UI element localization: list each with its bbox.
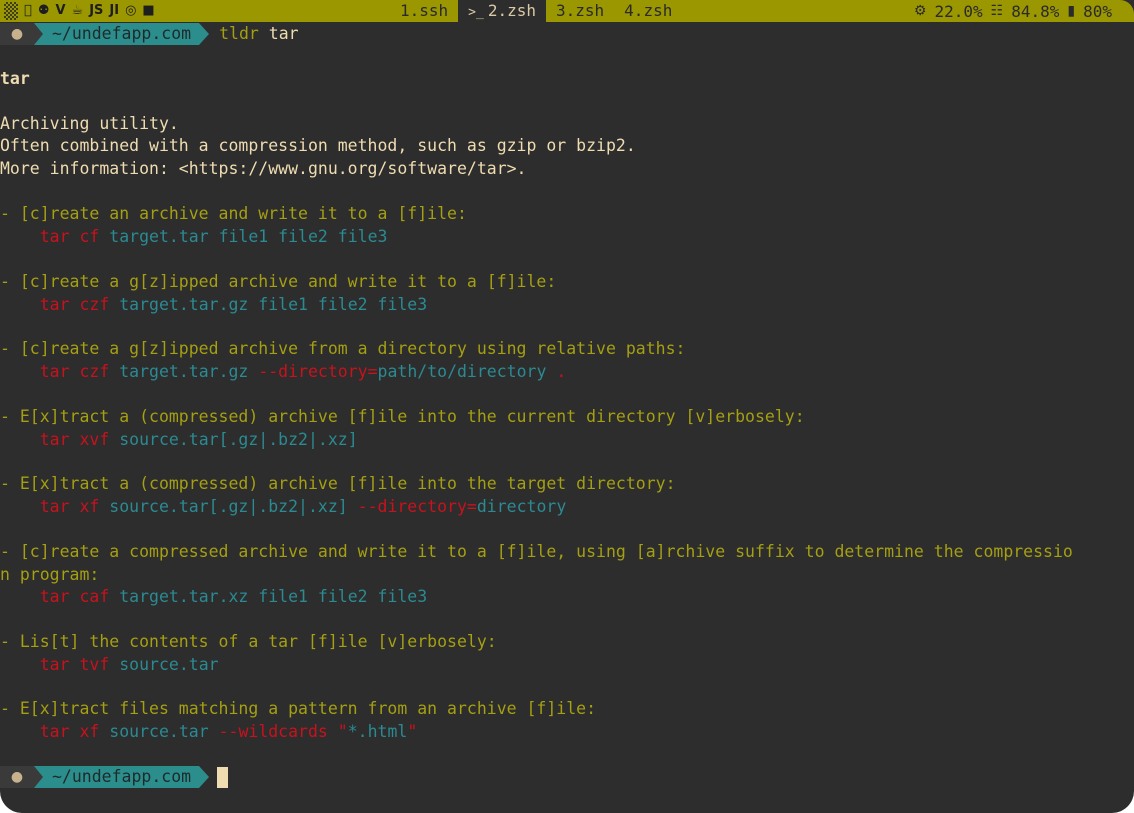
tab-label: 4.zsh [624,1,673,20]
example-description: - [c]reate a g[z]ipped archive from a di… [0,339,686,358]
command-token: tar czf [39,361,110,381]
command-token: --directory= [258,361,378,381]
argument-token: *.html [347,721,408,741]
argument-token: target.tar.gz file1 file2 file3 [109,294,428,314]
java-icon[interactable]: ☕ [72,0,84,22]
example-description: - E[x]tract files matching a pattern fro… [0,699,597,718]
js-icon[interactable]: JS [89,0,103,22]
command-token: --directory= [357,496,477,516]
tab-3-zsh[interactable]: 3.zsh [546,0,614,22]
tab-label: 3.zsh [556,1,605,20]
cpu-usage: 22.0% [934,1,983,21]
command-token: tar tvf [39,654,110,674]
example-description: - E[x]tract a (compressed) archive [f]il… [0,407,805,426]
tab-1-ssh[interactable]: 1.ssh [390,0,458,22]
memory-usage: 84.8% [1011,1,1060,21]
example-command: tar xf source.tar[.gz|.bz2|.xz] --direct… [0,496,567,518]
command-token: " [407,721,418,741]
tab-label: 1.ssh [400,1,449,20]
prompt-line-current: ● ~/undefapp.com [0,766,229,788]
apple-icon: ● [0,23,34,45]
example-description-wrap: n program: [0,564,100,584]
status-bar-left:  ⚉ V ☕ JS JI ◎ ■ [0,0,384,22]
system-stats: ⚙ 22.0% ☷ 84.8% ▮ 80% [914,2,1134,21]
cpu-icon: ⚙ [913,3,927,19]
apple-icon[interactable]:  [24,0,32,22]
terminal-output[interactable]: ● ~/undefapp.com tldr tar tar Archiving … [0,22,1134,813]
argument-token: target.tar.xz file1 file2 file3 [109,587,428,606]
command-token: tar cf [39,226,100,246]
command-token: tar xf [39,721,100,741]
argument-token: path/to/directory [377,361,547,381]
terminal-window:  ⚉ V ☕ JS JI ◎ ■ 1.ssh >_2.zsh 3.zsh 4.… [0,0,1134,813]
memory-icon: ☷ [990,3,1004,19]
terminal-prompt-icon: >_ [468,5,484,20]
description-line: Archiving utility. [0,114,179,133]
example-description: - E[x]tract a (compressed) archive [f]il… [0,474,676,493]
argument-token: source.tar [109,654,219,674]
command-token: tar xf [39,496,100,516]
command-token: tar czf [39,294,110,314]
vim-icon[interactable]: V [55,0,65,22]
example-command: tar caf target.tar.xz file1 file2 file3 [0,586,427,608]
intellij-icon[interactable]: JI [109,0,119,22]
example-command: tar xvf source.tar[.gz|.bz2|.xz] [0,429,358,451]
command-argument: tar [268,24,299,43]
tab-bar: 1.ssh >_ 2.zsh 3.zsh 4.zsh [390,0,682,22]
status-bar:  ⚉ V ☕ JS JI ◎ ■ 1.ssh >_2.zsh 3.zsh 4.… [0,0,1134,22]
example-command: tar tvf source.tar [0,654,219,676]
argument-token: source.tar [99,721,219,741]
prompt-path: ~/undefapp.com [34,766,210,788]
tab-label: 2.zsh [487,1,536,20]
tmux-logo-icon [4,2,18,20]
example-description: - [c]reate a g[z]ipped archive and write… [0,272,557,291]
description-line: Often combined with a compression method… [0,136,636,155]
command-token: . [546,361,567,381]
description-line: More information: <https://www.gnu.org/s… [0,159,527,178]
argument-token: target.tar file1 file2 file3 [99,226,388,246]
page-title: tar [0,69,30,88]
tab-4-zsh[interactable]: 4.zsh [614,0,682,22]
command-token: tar xvf [39,429,110,449]
example-description: - [c]reate a compressed archive and writ… [0,542,1073,561]
example-description: - Lis[t] the contents of a tar [f]ile [v… [0,632,497,651]
command-name: tldr [219,24,259,43]
command-token: --wildcards " [218,721,348,741]
prompt-path: ~/undefapp.com [34,23,210,45]
battery-level: 80% [1083,1,1112,21]
example-command: tar cf target.tar file1 file2 file3 [0,226,388,248]
tab-2-zsh[interactable]: >_ 2.zsh [458,0,546,22]
chrome-icon[interactable]: ◎ [125,0,136,22]
prompt-line: ● ~/undefapp.com tldr tar [0,23,299,45]
entered-command: tldr tar [219,23,299,45]
text-cursor[interactable] [217,766,229,788]
example-description: - [c]reate an archive and write it to a … [0,204,467,223]
command-token: tar caf [39,587,110,606]
github-icon[interactable]: ⚉ [38,0,50,22]
argument-token: directory [476,496,567,516]
example-command: tar xf source.tar --wildcards "*.html" [0,721,418,743]
battery-icon: ▮ [1067,3,1076,19]
argument-token: target.tar.gz [109,361,259,381]
argument-token: source.tar[.gz|.bz2|.xz] [99,496,358,516]
example-command: tar czf target.tar.gz --directory=path/t… [0,361,567,383]
apple-icon: ● [0,766,34,788]
terminal-icon[interactable]: ■ [142,0,154,22]
example-command: tar czf target.tar.gz file1 file2 file3 [0,294,427,316]
argument-token: source.tar[.gz|.bz2|.xz] [109,429,358,449]
